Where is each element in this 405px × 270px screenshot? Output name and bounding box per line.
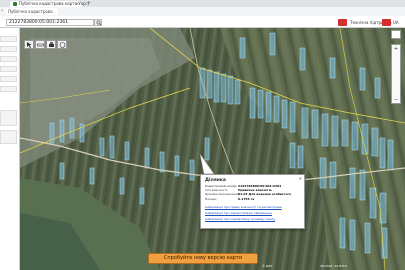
try-new-map-button[interactable]: Спробуйте нову версію карти — [148, 253, 258, 264]
select-tool-button[interactable] — [24, 40, 34, 49]
valuation-link[interactable]: Інформація про нормативну грошову оцінку — [205, 217, 275, 221]
layers-button[interactable] — [391, 30, 401, 39]
zoom-in-button[interactable]: + — [393, 46, 399, 52]
zoom-control: + − — [391, 44, 401, 104]
measure-tool-button[interactable] — [35, 40, 45, 49]
popup-row: Площа: 0.1755 га — [205, 197, 254, 201]
attribution-text: © ДЗК — [262, 264, 273, 268]
search-input[interactable]: 2122783800:05:001:2361 — [6, 19, 94, 26]
restrictions-link[interactable]: Інформація про зареєстровані обмеження — [205, 211, 272, 215]
favicon-icon — [13, 2, 17, 6]
panel-row[interactable] — [0, 46, 17, 52]
left-panel — [0, 28, 20, 270]
back-arrow-icon[interactable]: ‹ — [1, 8, 3, 14]
panel-row[interactable] — [0, 56, 17, 62]
language-selector[interactable]: UA — [393, 19, 399, 26]
printer-icon — [49, 42, 54, 47]
row-value: 01.03 Для ведення особистого — [238, 192, 292, 196]
popup-title: Ділянка — [205, 178, 226, 183]
browser-address-bar: ‹ Публічна кадастрова карта — [0, 7, 405, 21]
row-key: Площа: — [205, 197, 217, 201]
support-icon[interactable] — [338, 19, 347, 26]
popup-pointer — [199, 154, 215, 175]
search-button[interactable] — [94, 19, 102, 26]
panel-row[interactable] — [0, 86, 17, 92]
popup-row: Цільове призначення:01.03 Для ведення ос… — [205, 192, 291, 196]
new-tab-button[interactable]: + — [86, 0, 91, 7]
satellite-imagery — [20, 28, 405, 270]
cursor-icon — [27, 42, 32, 48]
popup-close-button[interactable]: × — [299, 176, 302, 181]
info-tool-button[interactable] — [57, 40, 67, 49]
info-icon — [59, 42, 66, 48]
coordinates-readout: 48.2391, 22.8715 — [320, 264, 347, 268]
print-tool-button[interactable] — [46, 40, 56, 49]
search-icon — [96, 20, 102, 26]
zoom-out-button[interactable]: − — [393, 97, 399, 103]
panel-row[interactable] — [0, 66, 17, 72]
row-value: 0.1755 га — [238, 197, 255, 201]
panel-row[interactable] — [0, 36, 17, 42]
app-header: 2122783800:05:001:2361 Технічна підтримк… — [0, 16, 405, 28]
map-canvas[interactable] — [20, 28, 405, 270]
address-field[interactable]: Публічна кадастрова карта — [6, 8, 58, 21]
screen: Публічна кадастрова карта Укр... × + ‹ П… — [0, 0, 405, 270]
user-icon[interactable] — [382, 19, 391, 26]
browser-tab-strip: Публічна кадастрова карта Укр... × + — [0, 0, 405, 7]
ownership-link[interactable]: Інформація про право власності та речові… — [205, 205, 282, 209]
panel-row[interactable] — [0, 76, 17, 82]
map-toolbar — [24, 40, 67, 49]
parcel-info-popup: Ділянка × Кадастровий номер:2122783800:0… — [200, 174, 305, 229]
panel-block — [0, 110, 17, 126]
panel-block — [0, 130, 17, 144]
row-key: Цільове призначення: — [205, 192, 240, 196]
ruler-icon — [37, 43, 44, 47]
